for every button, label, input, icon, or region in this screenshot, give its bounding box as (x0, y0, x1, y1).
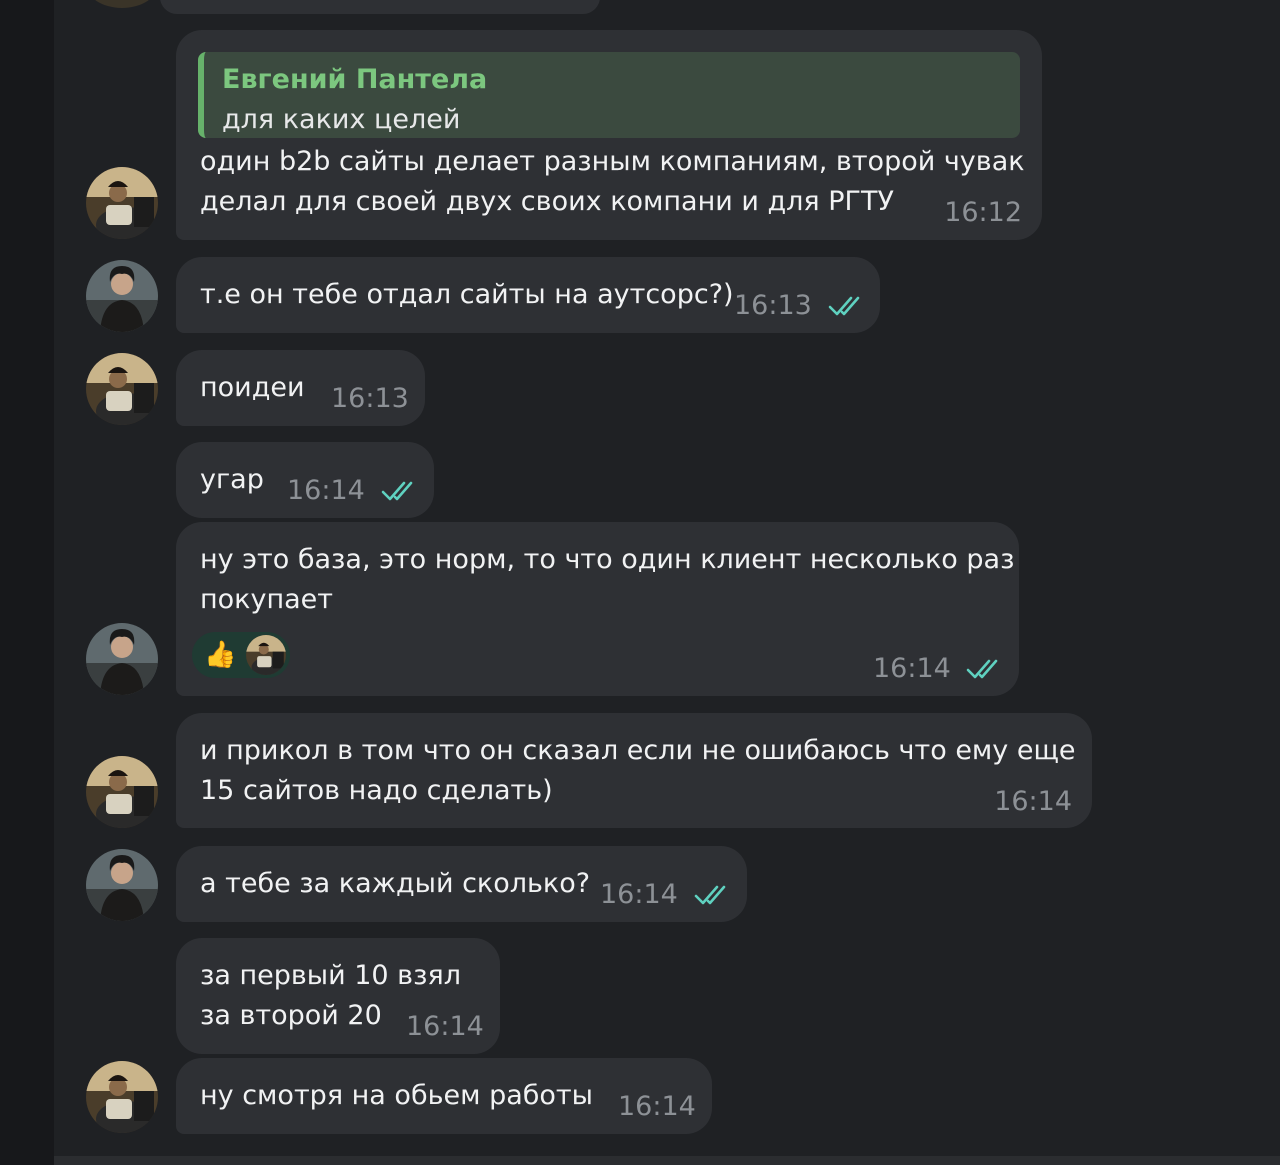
thumbs-up-icon: 👍 (204, 640, 237, 670)
message-bubble[interactable]: ну это база, это норм, то что один клиен… (176, 522, 1019, 696)
message-bubble[interactable]: за первый 10 взял за второй 20 16:14 (176, 938, 500, 1054)
message-bubble[interactable]: угар 16:14 (176, 442, 434, 518)
avatar-user-b[interactable] (86, 260, 158, 332)
message-bubble[interactable]: т.е он тебе отдал сайты на аутсорс?) 16:… (176, 257, 880, 333)
message-time: 16:14 (618, 1091, 696, 1122)
avatar-user-a[interactable] (86, 167, 158, 239)
message-bubble[interactable]: а тебе за каждый сколько? 16:14 (176, 846, 747, 922)
reply-author-name: Евгений Пантела (222, 64, 488, 95)
left-side-strip (0, 0, 54, 1165)
read-checkmarks-icon (381, 480, 421, 502)
avatar-user-a[interactable] (86, 756, 158, 828)
message-text-line: за первый 10 взял (200, 960, 461, 991)
avatar-user-a[interactable] (86, 1061, 158, 1133)
reply-quote[interactable]: Евгений Пантела для каких целей (198, 52, 1020, 138)
message-text-line: т.е он тебе отдал сайты на аутсорс?) (200, 279, 734, 310)
avatar-user-b[interactable] (86, 623, 158, 695)
message-text-line: за второй 20 (200, 1000, 382, 1031)
message-time: 16:14 (287, 475, 365, 506)
message-time: 16:12 (944, 197, 1022, 228)
message-time: 16:13 (734, 290, 812, 321)
message-bubble-previous[interactable] (160, 0, 600, 14)
message-text-line: а тебе за каждый сколько? (200, 868, 591, 899)
reaction-user-avatar (246, 635, 286, 675)
read-checkmarks-icon (966, 658, 1006, 680)
message-time: 16:13 (331, 383, 409, 414)
message-time: 16:14 (994, 786, 1072, 817)
message-time: 16:14 (873, 653, 951, 684)
message-time: 16:14 (600, 879, 678, 910)
message-text-line: поидеи (200, 372, 305, 403)
message-text-line: угар (200, 464, 264, 495)
read-checkmarks-icon (694, 884, 734, 906)
message-bubble[interactable]: Евгений Пантела для каких целей один b2b… (176, 30, 1042, 240)
read-checkmarks-icon (828, 295, 868, 317)
message-text-line: делал для своей двух своих компани и для… (200, 186, 894, 217)
message-text-line: 15 сайтов надо сделать) (200, 775, 553, 806)
reply-quoted-text: для каких целей (222, 104, 461, 135)
message-text-line: один b2b сайты делает разным компаниям, … (200, 146, 1025, 177)
message-bubble[interactable]: ну смотря на обьем работы 16:14 (176, 1058, 712, 1134)
message-bubble[interactable]: и прикол в том что он сказал если не оши… (176, 713, 1092, 828)
message-text-line: ну это база, это норм, то что один клиен… (200, 544, 1015, 575)
message-time: 16:14 (406, 1011, 484, 1042)
message-text-line: ну смотря на обьем работы (200, 1080, 593, 1111)
composer-edge (54, 1156, 1280, 1165)
message-bubble[interactable]: поидеи 16:13 (176, 350, 425, 426)
reaction-chip[interactable]: 👍 (192, 632, 290, 678)
avatar-user-b[interactable] (86, 849, 158, 921)
message-text-line: покупает (200, 584, 333, 615)
avatar-user-a[interactable] (86, 353, 158, 425)
message-text-line: и прикол в том что он сказал если не оши… (200, 735, 1076, 766)
